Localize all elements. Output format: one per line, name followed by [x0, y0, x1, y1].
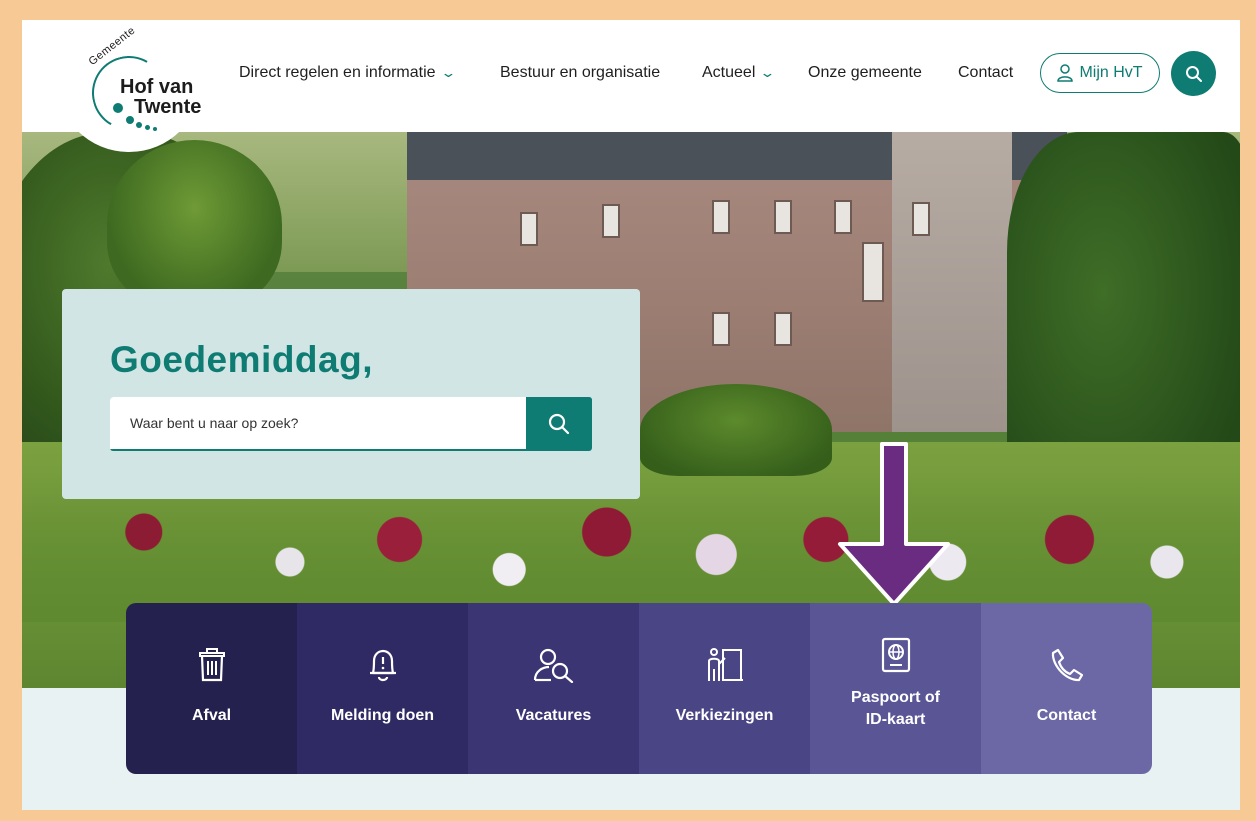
tile-label-line1: Paspoort of	[851, 689, 940, 706]
logo-dot	[153, 127, 157, 131]
search-input[interactable]	[110, 397, 526, 451]
tile-vacatures[interactable]: Vacatures	[468, 603, 639, 774]
chevron-down-icon: ⌄	[759, 65, 777, 80]
tile-label: Contact	[1036, 707, 1097, 724]
nav-onze-gemeente[interactable]: Onze gemeente	[808, 62, 922, 84]
passport-icon	[881, 637, 910, 673]
search-icon	[1185, 65, 1202, 82]
bell-alert-icon	[369, 649, 396, 682]
castle-window	[520, 212, 538, 246]
header-search-button[interactable]	[1171, 51, 1216, 96]
logo-line2: Twente	[134, 96, 202, 118]
user-icon	[1057, 64, 1074, 82]
annotation-arrow-icon	[838, 442, 950, 606]
logo-dot	[145, 125, 150, 130]
castle-window	[834, 200, 852, 234]
tile-label: Vacatures	[515, 707, 592, 724]
mijn-hvt-label: Mijn HvT	[1079, 64, 1143, 81]
search-submit-button[interactable]	[526, 397, 592, 451]
phone-icon	[1051, 648, 1083, 682]
tile-label: Afval	[191, 707, 232, 724]
castle-window	[912, 202, 930, 236]
mijn-hvt-button[interactable]: Mijn HvT	[1040, 53, 1160, 93]
user-search-icon	[533, 648, 573, 683]
nav-label: Onze gemeente	[808, 64, 922, 81]
nav-direct-regelen[interactable]: Direct regelen en informatie ⌄	[239, 62, 457, 84]
castle-window	[712, 200, 730, 234]
tile-verkiezingen[interactable]: Verkiezingen	[639, 603, 810, 774]
nav-bestuur[interactable]: Bestuur en organisatie	[500, 62, 660, 84]
tile-label: Verkiezingen	[675, 707, 774, 724]
castle-window	[774, 200, 792, 234]
castle-window	[602, 204, 620, 238]
greeting-title: Goedemiddag,	[110, 339, 373, 380]
quick-links: Afval Melding doen Vacatures Verkiezinge…	[126, 603, 1152, 774]
tile-label: Melding doen	[330, 707, 435, 724]
nav-label: Direct regelen en informatie	[239, 64, 436, 81]
page-frame: Direct regelen en informatie ⌄ Bestuur e…	[22, 20, 1240, 810]
tile-afval[interactable]: Afval	[126, 603, 297, 774]
chevron-down-icon: ⌄	[439, 65, 457, 80]
tile-label: Paspoort of ID-kaart	[851, 687, 940, 731]
search-form	[110, 397, 592, 451]
greeting-card: Goedemiddag,	[62, 289, 640, 499]
logo-dot	[136, 122, 142, 128]
search-icon	[548, 413, 570, 435]
castle-window	[862, 242, 884, 302]
tile-paspoort[interactable]: Paspoort of ID-kaart	[810, 603, 981, 774]
nav-contact[interactable]: Contact	[958, 62, 1013, 84]
nav-label: Actueel	[702, 64, 756, 81]
tile-contact[interactable]: Contact	[981, 603, 1152, 774]
ballot-box-icon	[707, 648, 743, 681]
bush-left	[107, 140, 282, 310]
nav-actueel[interactable]: Actueel ⌄	[702, 62, 777, 84]
logo-dot	[126, 116, 134, 124]
nav-label: Bestuur en organisatie	[500, 64, 661, 81]
trash-icon	[198, 648, 225, 682]
tile-label-line2: ID-kaart	[865, 711, 926, 728]
site-header: Direct regelen en informatie ⌄ Bestuur e…	[22, 20, 1240, 132]
nav-label: Contact	[958, 64, 1014, 81]
castle-window	[712, 312, 730, 346]
castle-window	[774, 312, 792, 346]
tile-melding-doen[interactable]: Melding doen	[297, 603, 468, 774]
castle-tower	[892, 132, 1012, 432]
logo-dot	[113, 103, 123, 113]
round-bush	[640, 384, 832, 476]
